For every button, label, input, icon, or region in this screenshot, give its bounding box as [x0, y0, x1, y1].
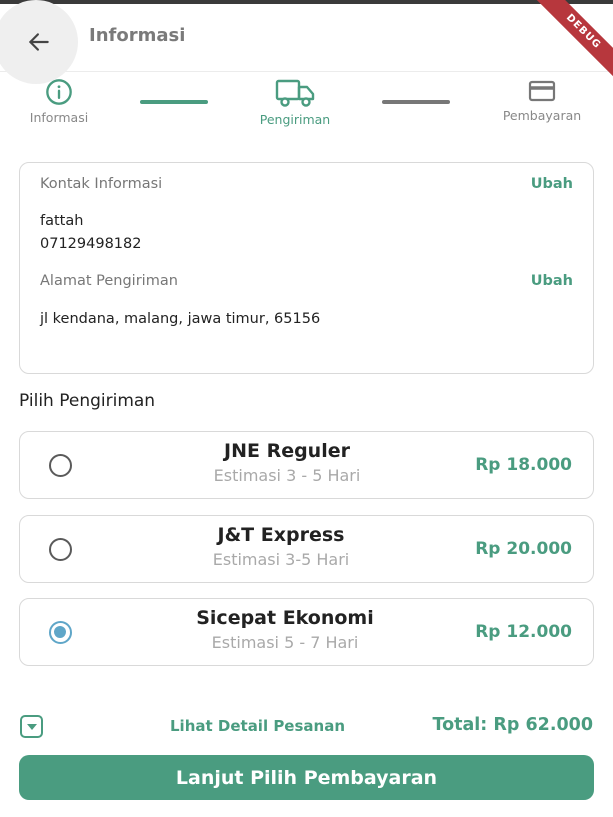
shipping-address: jl kendana, malang, jawa timur, 65156: [40, 311, 321, 327]
step-pembayaran[interactable]: Pembayaran: [500, 78, 584, 123]
shipping-option-sicepat[interactable]: Sicepat Ekonomi Estimasi 5 - 7 Hari Rp 1…: [19, 598, 594, 666]
contact-phone: 07129498182: [40, 236, 142, 252]
order-detail-link[interactable]: Lihat Detail Pesanan: [170, 717, 345, 735]
expand-details-button[interactable]: [20, 715, 43, 738]
credit-card-icon: [528, 80, 556, 102]
delivery-estimate: Estimasi 5 - 7 Hari: [211, 633, 359, 652]
edit-address-button[interactable]: Ubah: [531, 273, 573, 289]
step-label: Informasi: [29, 110, 89, 125]
shipping-price: Rp 12.000: [475, 622, 572, 642]
courier-name: J&T Express: [217, 524, 345, 546]
checkout-stepper: Informasi Pengiriman Pembayaran: [0, 72, 613, 132]
courier-name: JNE Reguler: [224, 440, 350, 462]
truck-icon: [275, 79, 315, 107]
chevron-down-icon: [26, 723, 37, 730]
shipping-option-jnt[interactable]: J&T Express Estimasi 3-5 Hari Rp 20.000: [19, 515, 594, 583]
shipping-price: Rp 18.000: [475, 455, 572, 475]
radio-button-selected[interactable]: [49, 621, 72, 644]
contact-name: fattah: [40, 213, 84, 229]
step-pengiriman[interactable]: Pengiriman: [258, 78, 332, 127]
delivery-estimate: Estimasi 3 - 5 Hari: [213, 466, 361, 485]
shipping-option-jne[interactable]: JNE Reguler Estimasi 3 - 5 Hari Rp 18.00…: [19, 431, 594, 499]
arrow-left-icon: [29, 33, 49, 51]
contact-info-label: Kontak Informasi: [40, 176, 163, 192]
shipping-section-title: Pilih Pengiriman: [19, 391, 156, 411]
radio-button[interactable]: [49, 454, 72, 477]
app-bar: Informasi DEBUG: [0, 0, 613, 84]
shipping-price: Rp 20.000: [475, 539, 572, 559]
step-label: Pengiriman: [259, 112, 331, 127]
contact-info-card: Kontak Informasi Ubah fattah 07129498182…: [19, 162, 594, 374]
continue-payment-button[interactable]: Lanjut Pilih Pembayaran: [19, 755, 594, 800]
radio-button[interactable]: [49, 538, 72, 561]
delivery-estimate: Estimasi 3-5 Hari: [212, 550, 350, 569]
edit-contact-button[interactable]: Ubah: [531, 176, 573, 192]
courier-name: Sicepat Ekonomi: [196, 607, 374, 629]
shipping-address-label: Alamat Pengiriman: [40, 273, 178, 289]
order-total: Total: Rp 62.000: [432, 715, 593, 735]
page-title: Informasi: [89, 25, 186, 46]
info-circle-icon: [46, 79, 72, 105]
step-connector-pending: [382, 100, 450, 104]
debug-banner: DEBUG: [533, 0, 613, 82]
step-informasi[interactable]: Informasi: [28, 78, 90, 125]
step-label: Pembayaran: [502, 108, 582, 123]
step-connector-done: [140, 100, 208, 104]
